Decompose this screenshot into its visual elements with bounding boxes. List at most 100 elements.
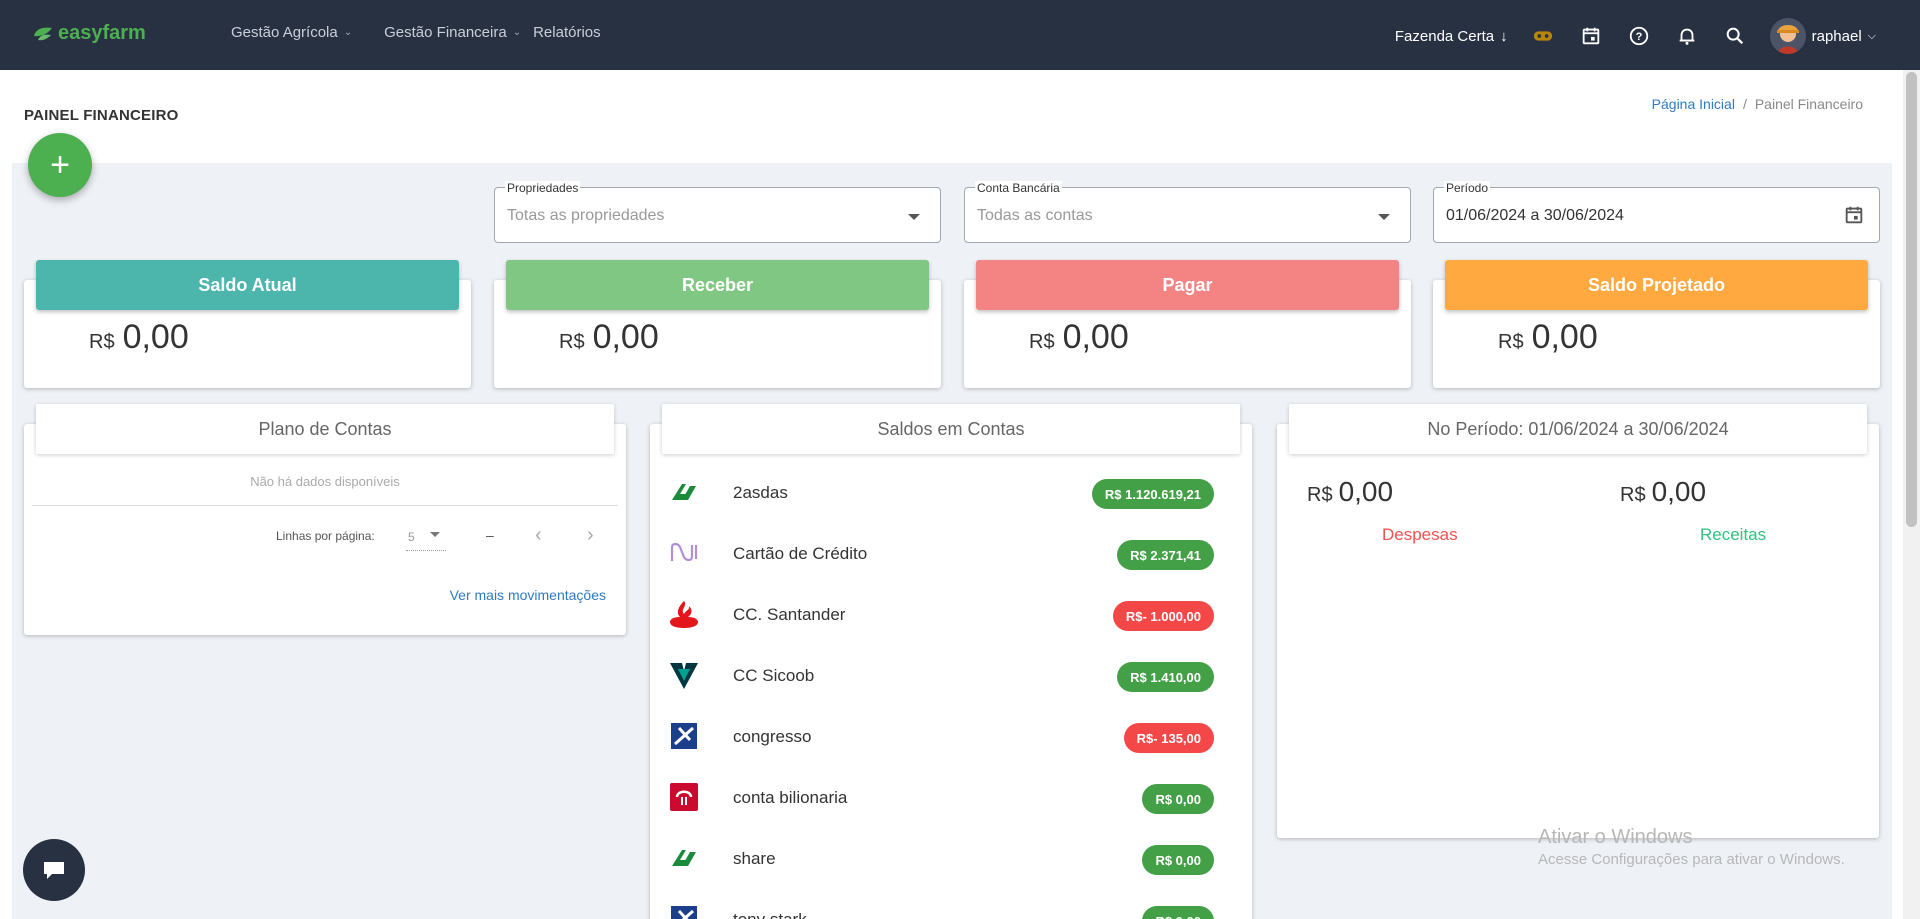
breadcrumb-current: Painel Financeiro (1754, 96, 1863, 112)
despesas-label: Despesas (1382, 525, 1458, 544)
nav-label: Relatórios (533, 24, 601, 41)
periodo-header: No Período: 01/06/2024 a 30/06/2024 (1289, 404, 1867, 454)
despesas-value: R$ 0,00 (1307, 476, 1393, 508)
propriedades-select[interactable]: Propriedades Totas as propriedades (494, 181, 941, 243)
page-scrollbar[interactable] (1903, 70, 1920, 919)
amount: 0,00 (1338, 476, 1394, 507)
pagar-header: Pagar (976, 260, 1399, 310)
account-row[interactable]: 2asdas R$ 1.120.619,21 (668, 472, 1214, 512)
bell-icon[interactable] (1674, 23, 1700, 49)
amount: 0,00 (1062, 318, 1129, 356)
currency: R$ (1498, 331, 1524, 353)
avatar (1769, 18, 1806, 54)
nav-gestao-financeira[interactable]: Gestão Financeira ⌄ (384, 24, 521, 41)
windows-activation-watermark: Ativar o Windows Acesse Configurações pa… (1538, 826, 1845, 868)
breadcrumb-separator: / (1742, 96, 1747, 112)
logo-text: easyfarm (58, 22, 146, 44)
calendar-icon[interactable] (1578, 23, 1604, 49)
account-row[interactable]: congresso R$- 135,00 (668, 716, 1214, 756)
saldo-atual-header: Saldo Atual (36, 260, 459, 310)
main-nav: Gestão Agrícola ⌄ Gestão Financeira ⌄ Rela… (231, 24, 601, 41)
periodo-field[interactable]: Período 01/06/2024 a 30/06/2024 (1433, 181, 1880, 243)
ver-mais-link[interactable]: Ver mais movimentações (450, 587, 606, 603)
watermark-title: Ativar o Windows (1538, 826, 1693, 848)
account-name: tony stark (733, 910, 807, 919)
currency: R$ (1029, 331, 1055, 353)
saldos-contas-header: Saldos em Contas (662, 404, 1240, 454)
saldo-atual-value: R$ 0,00 (89, 318, 189, 357)
amount: 0,00 (1531, 318, 1598, 356)
periodo-label: Período (1444, 181, 1491, 195)
receitas-value: R$ 0,00 (1620, 476, 1706, 508)
plano-contas-header: Plano de Contas (36, 404, 614, 454)
chevron-down-icon: ⌄ (512, 27, 522, 38)
amount: 0,00 (122, 318, 189, 356)
breadcrumb: Página Inicial / Painel Financeiro (1652, 96, 1863, 112)
dropdown-arrow-icon (908, 214, 920, 220)
chat-icon (44, 862, 64, 879)
sicoob-icon (668, 659, 700, 691)
user-menu[interactable]: raphael ⌵ (1769, 18, 1876, 54)
account-balance-badge: R$- 1.000,00 (1112, 601, 1214, 631)
nav-label: Gestão Financeira (384, 24, 507, 41)
farm-selector[interactable]: Fazenda Certa ↓ (1395, 28, 1508, 45)
currency: R$ (559, 331, 585, 353)
dropdown-arrow-icon (1378, 214, 1390, 220)
account-balance-badge: R$ 1.410,00 (1117, 662, 1214, 692)
conta-bancaria-select[interactable]: Conta Bancária Todas as contas (964, 181, 1411, 243)
rows-per-page-value: 5 (408, 530, 415, 544)
scrollbar-thumb[interactable] (1906, 72, 1917, 527)
account-balance-badge: R$ 0,00 (1142, 845, 1214, 875)
periodo-value: 01/06/2024 a 30/06/2024 (1446, 207, 1624, 224)
amount: 0,00 (1651, 476, 1707, 507)
breadcrumb-home-link[interactable]: Página Inicial (1652, 96, 1735, 112)
nav-gestao-agricola[interactable]: Gestão Agrícola ⌄ (231, 24, 352, 41)
chat-button[interactable] (23, 839, 85, 901)
chevron-down-icon: ⌄ (343, 27, 353, 38)
next-page-button[interactable]: › (587, 525, 594, 545)
receber-value: R$ 0,00 (559, 318, 659, 357)
easyfarm-logo[interactable]: easyfarm (32, 22, 146, 45)
add-fab-button[interactable]: + (28, 133, 92, 197)
account-row[interactable]: CC Sicoob R$ 1.410,00 (668, 655, 1214, 695)
page-range: – (486, 527, 494, 543)
rows-per-page-select[interactable]: 5 (406, 527, 446, 551)
topbar-actions: Fazenda Certa ↓ ? raphael ⌵ (1395, 18, 1876, 54)
account-row[interactable]: CC. Santander R$- 1.000,00 (668, 594, 1214, 634)
currency: R$ (89, 331, 115, 353)
svg-text:?: ? (1635, 31, 1642, 43)
account-row[interactable]: Cartão de Crédito R$ 2.371,41 (668, 533, 1214, 573)
calendar-icon[interactable] (1843, 204, 1865, 226)
search-icon[interactable] (1722, 23, 1748, 49)
account-name: CC. Santander (733, 605, 846, 624)
arrow-down-icon: ↓ (1500, 27, 1508, 45)
rows-per-page-label: Linhas por página: (276, 529, 375, 543)
account-balance-badge: R$ 0,00 (1142, 784, 1214, 814)
receber-header: Receber (506, 260, 929, 310)
account-row[interactable]: tony stark R$ 0,00 (668, 899, 1214, 919)
amount: 0,00 (592, 318, 659, 356)
currency: R$ (1620, 484, 1646, 506)
saldo-projetado-header: Saldo Projetado (1445, 260, 1868, 310)
username: raphael (1811, 27, 1862, 45)
prev-page-button[interactable]: ‹ (535, 525, 542, 545)
receitas-label: Receitas (1700, 525, 1767, 544)
account-name: congresso (733, 727, 812, 746)
dropdown-arrow-icon (430, 532, 440, 537)
account-balance-badge: R$ 2.371,41 (1117, 540, 1214, 570)
account-name: conta bilionaria (733, 788, 848, 807)
account-name: share (733, 849, 776, 868)
conta-bancaria-label: Conta Bancária (975, 181, 1062, 195)
account-name: Cartão de Crédito (733, 544, 868, 563)
saldo-projetado-value: R$ 0,00 (1498, 318, 1598, 357)
account-balance-badge: R$ 1.120.619,21 (1091, 479, 1214, 509)
account-row[interactable]: share R$ 0,00 (668, 838, 1214, 878)
account-row[interactable]: conta bilionaria R$ 0,00 (668, 777, 1214, 817)
conta-bancaria-placeholder: Todas as contas (977, 207, 1093, 224)
pagar-value: R$ 0,00 (1029, 318, 1129, 357)
gamepad-icon[interactable] (1530, 23, 1556, 49)
account-name: 2asdas (733, 483, 788, 502)
nav-relatorios[interactable]: Relatórios (533, 24, 601, 41)
bank-blue-icon (668, 903, 700, 919)
help-icon[interactable]: ? (1626, 23, 1652, 49)
